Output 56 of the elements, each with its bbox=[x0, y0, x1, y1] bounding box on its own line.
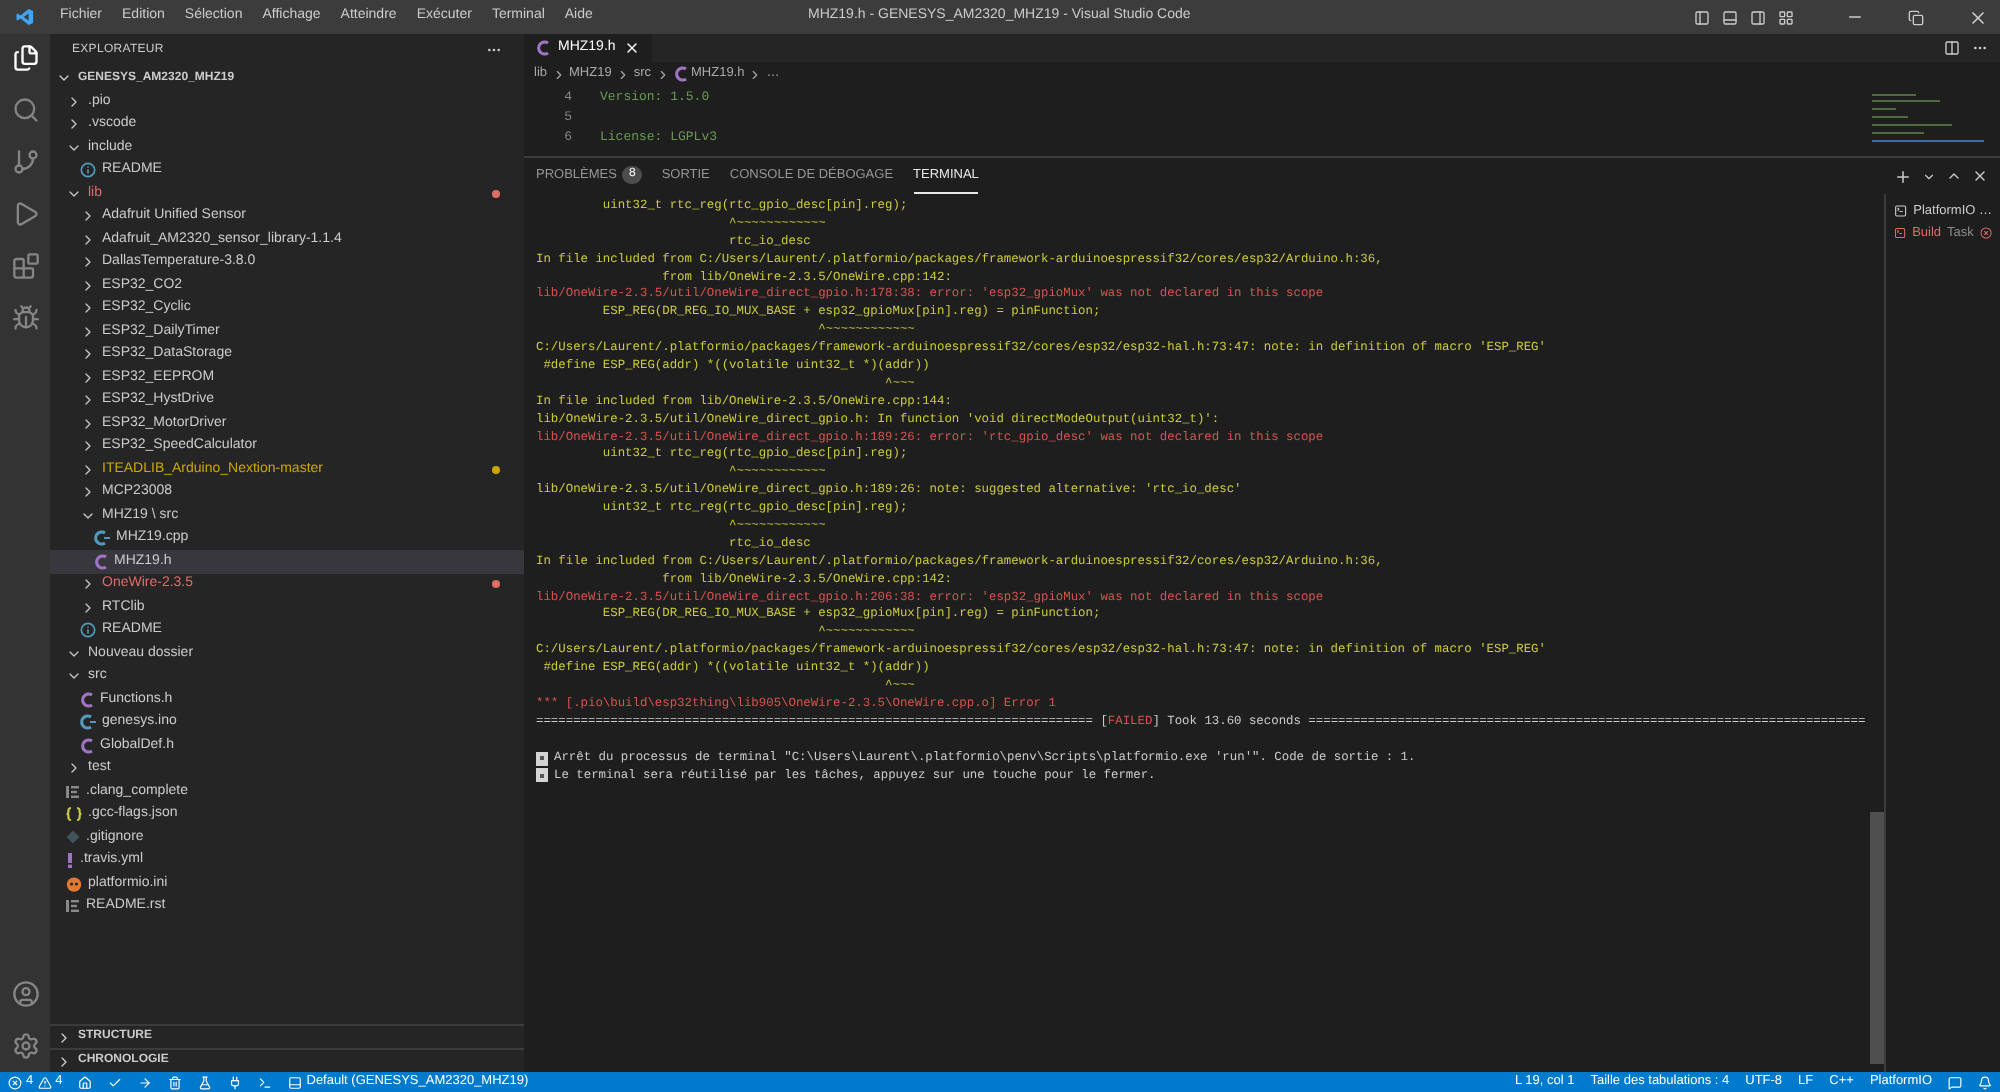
arrow-right-icon[interactable] bbox=[138, 1075, 153, 1089]
chevron-down-icon bbox=[56, 70, 72, 86]
warning-icon bbox=[37, 1075, 52, 1089]
check-icon[interactable] bbox=[108, 1075, 123, 1089]
close-tab-icon[interactable] bbox=[623, 40, 640, 56]
terminal-icon[interactable] bbox=[258, 1075, 273, 1089]
c-file-icon bbox=[673, 66, 687, 82]
c-file-icon bbox=[94, 553, 108, 570]
alien-head-icon bbox=[66, 875, 82, 892]
error-icon bbox=[1979, 226, 1992, 240]
search-icon[interactable] bbox=[11, 96, 39, 124]
flask-icon[interactable] bbox=[198, 1075, 213, 1089]
chevron-right-icon bbox=[655, 67, 669, 81]
feedback-icon[interactable] bbox=[1948, 1075, 1962, 1089]
chevron-down-icon[interactable] bbox=[1922, 169, 1936, 183]
panel-toggle-icon[interactable] bbox=[1722, 9, 1738, 25]
terminal-icon bbox=[1894, 226, 1907, 240]
files-icon[interactable] bbox=[11, 44, 39, 72]
info-icon bbox=[80, 622, 96, 639]
trash-icon[interactable] bbox=[168, 1075, 183, 1089]
layout-icon[interactable] bbox=[1778, 9, 1794, 25]
extensions-icon[interactable] bbox=[11, 252, 39, 280]
close-icon[interactable] bbox=[1968, 7, 1988, 27]
run-icon[interactable] bbox=[11, 200, 39, 228]
plug-icon[interactable] bbox=[228, 1075, 243, 1089]
maximize-panel-icon[interactable] bbox=[1946, 168, 1962, 184]
info-icon bbox=[80, 162, 96, 179]
error-icon bbox=[8, 1075, 22, 1089]
c-file-icon bbox=[80, 691, 94, 708]
bug-icon[interactable] bbox=[11, 304, 39, 332]
settings-icon[interactable] bbox=[11, 1032, 39, 1060]
text-file-icon bbox=[66, 898, 80, 915]
chevron-right-icon bbox=[748, 67, 763, 81]
scrollbar-thumb[interactable] bbox=[1870, 812, 1884, 1064]
cpp-file-icon bbox=[80, 714, 96, 731]
exclamation-icon bbox=[66, 852, 74, 869]
bell-icon[interactable] bbox=[1978, 1075, 1992, 1089]
restore-icon[interactable] bbox=[1908, 9, 1924, 25]
sidebar-toggle-icon[interactable] bbox=[1694, 9, 1710, 25]
braces-icon bbox=[66, 806, 82, 823]
branch-icon[interactable] bbox=[11, 148, 39, 176]
c-file-icon bbox=[536, 40, 550, 56]
home-icon[interactable] bbox=[78, 1075, 93, 1089]
split-editor-icon[interactable] bbox=[1944, 40, 1960, 56]
chevron-right-icon bbox=[551, 67, 566, 81]
c-file-icon bbox=[80, 737, 94, 754]
text-file-icon bbox=[66, 783, 80, 800]
diamond-icon bbox=[66, 830, 80, 845]
terminal-icon bbox=[1894, 204, 1908, 218]
chevron-right-icon bbox=[615, 67, 630, 81]
secondary-sidebar-icon[interactable] bbox=[1750, 9, 1766, 25]
close-icon[interactable] bbox=[1972, 168, 1988, 184]
new-terminal-icon[interactable] bbox=[1894, 167, 1912, 185]
cpp-file-icon bbox=[94, 530, 110, 547]
account-icon[interactable] bbox=[11, 980, 39, 1008]
app-logo-icon bbox=[16, 8, 34, 26]
